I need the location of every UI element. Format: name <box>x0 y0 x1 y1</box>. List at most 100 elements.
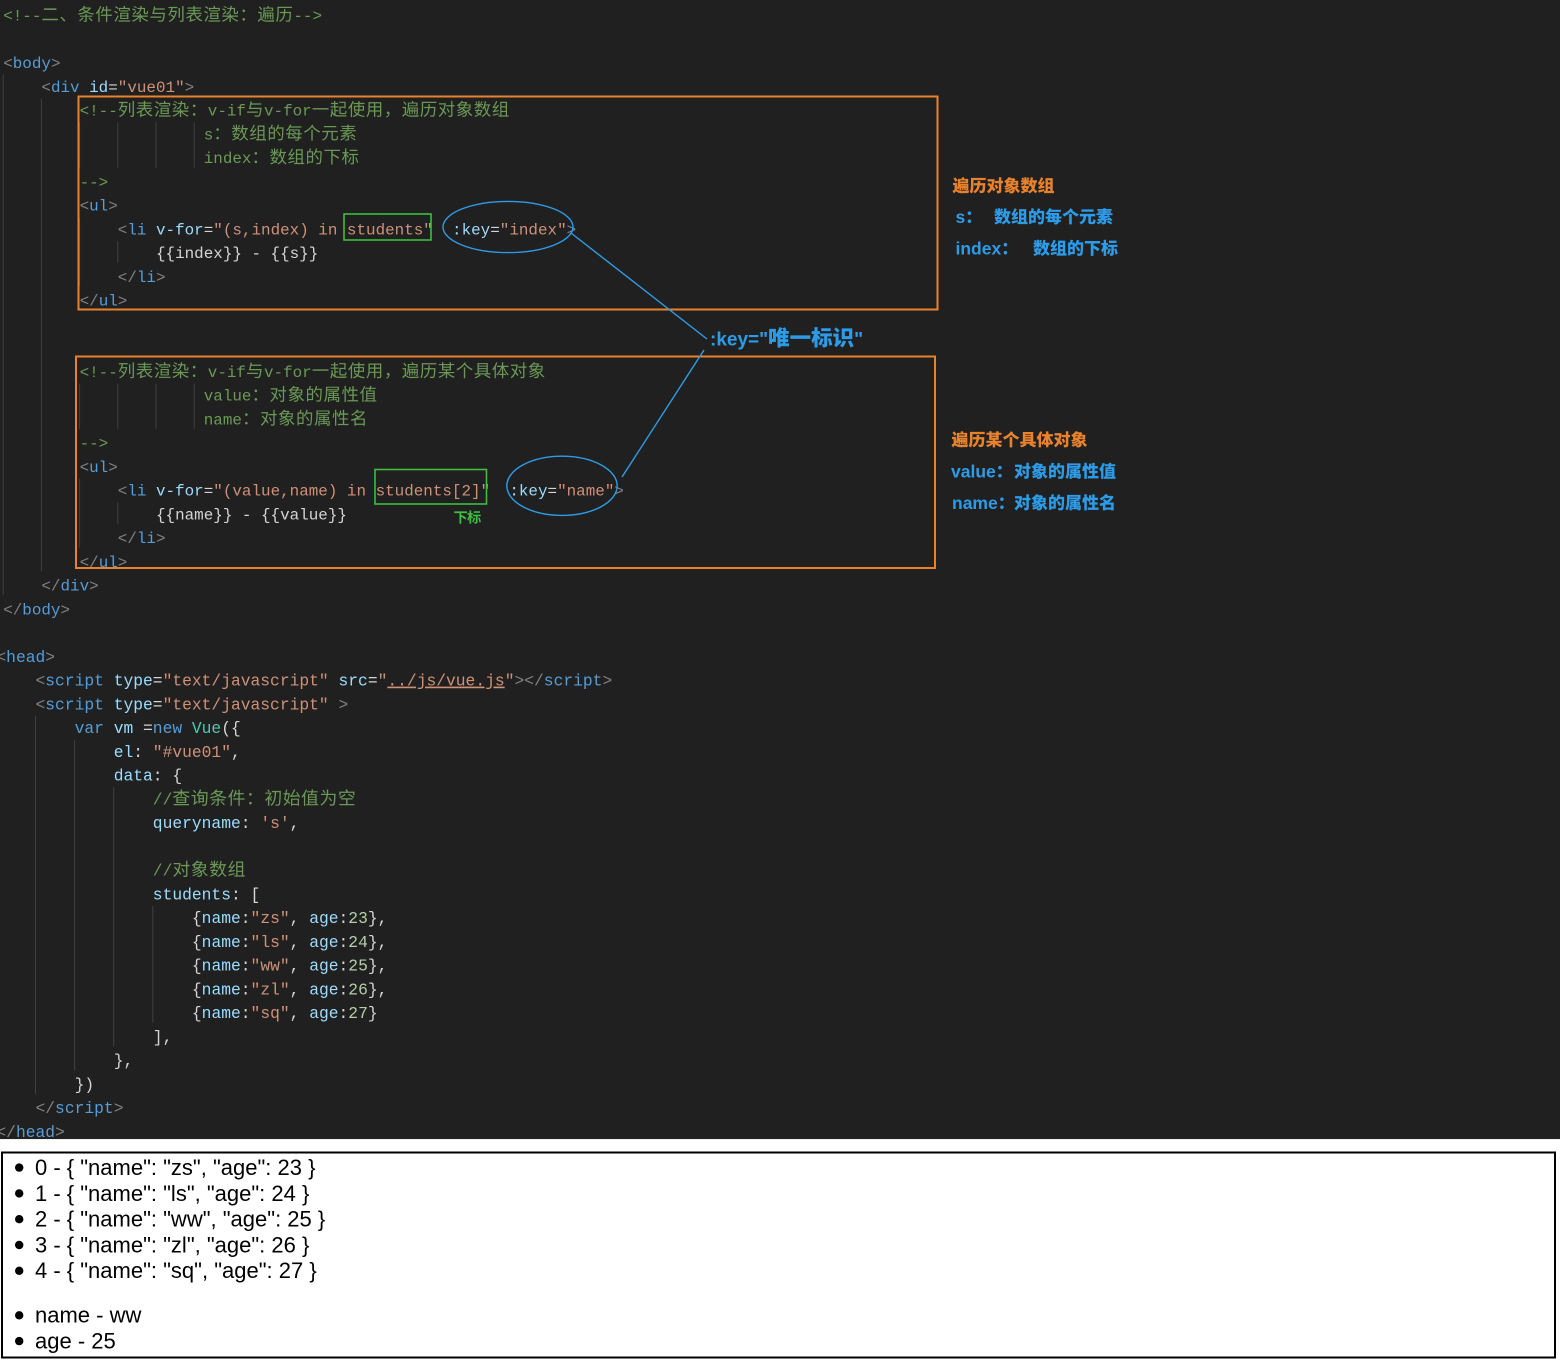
svg-text:>: > <box>118 293 128 311</box>
svg-text:0 - { "name": "zs", "age": 23: 0 - { "name": "zs", "age": 23 } <box>35 1155 315 1180</box>
svg-text:age: age <box>309 933 338 952</box>
svg-text::: : <box>241 980 251 999</box>
svg-text::key=": :key=" <box>710 330 768 351</box>
svg-text:26: 26 <box>348 980 368 999</box>
svg-text:age: age <box>309 980 338 999</box>
svg-text:id: id <box>89 79 108 97</box>
svg-text:{: { <box>192 980 202 999</box>
svg-text:name: name <box>204 411 242 429</box>
svg-text:=: = <box>204 221 214 239</box>
svg-text:{: { <box>192 909 202 928</box>
svg-text:27: 27 <box>348 1004 368 1023</box>
svg-text:},: }, <box>368 980 388 999</box>
svg-text::: : <box>241 909 251 928</box>
svg-text:-->: --> <box>80 435 109 453</box>
svg-text::: : <box>339 933 349 952</box>
svg-text:</: </ <box>36 1099 56 1118</box>
svg-text:name - ww: name - ww <box>35 1303 141 1328</box>
svg-text:25: 25 <box>348 957 368 976</box>
svg-text:"zs": "zs" <box>251 909 290 928</box>
svg-text:>: > <box>108 198 118 216</box>
svg-text:script: script <box>45 672 104 691</box>
svg-text:<!--: <!-- <box>80 364 118 382</box>
svg-text:=: = <box>153 672 163 691</box>
svg-text:2 - { "name": "ww", "age": 25: 2 - { "name": "ww", "age": 25 } <box>35 1207 325 1232</box>
svg-text:,: , <box>290 957 300 976</box>
svg-text:v-if: v-if <box>208 103 246 121</box>
svg-text:value: value <box>951 461 996 481</box>
svg-text:,: , <box>290 909 300 928</box>
svg-text:>: > <box>51 55 61 73</box>
svg-text:"text/javascript": "text/javascript" <box>163 672 329 691</box>
svg-text:s: s <box>204 126 214 144</box>
svg-text:,: , <box>290 1004 300 1023</box>
svg-text:age: age <box>309 1004 338 1023</box>
svg-text:li: li <box>137 269 156 287</box>
svg-text:script: script <box>45 695 104 714</box>
svg-text:=: = <box>548 483 558 501</box>
svg-text:,: , <box>290 933 300 952</box>
svg-text:div: div <box>61 578 90 596</box>
svg-text::: : <box>241 814 251 833</box>
svg-text:<!--: <!-- <box>3 8 41 26</box>
svg-text::: : <box>339 980 349 999</box>
svg-text:ul: ul <box>89 198 108 216</box>
svg-text:Vue: Vue <box>192 719 221 738</box>
svg-text:v-for: v-for <box>156 483 204 501</box>
svg-text:</: </ <box>0 1123 16 1142</box>
svg-text:{: { <box>192 1004 202 1023</box>
svg-text::: : <box>241 1004 251 1023</box>
svg-text:<: < <box>36 695 46 714</box>
svg-text::: : <box>339 909 349 928</box>
svg-text::key: :key <box>452 221 491 239</box>
svg-text::: : <box>339 1004 349 1023</box>
svg-text:{{name}} - {{value}}: {{name}} - {{value}} <box>156 506 347 524</box>
svg-text:>: > <box>55 1123 65 1142</box>
svg-text:<!--: <!-- <box>80 103 118 121</box>
svg-text:},: }, <box>368 909 388 928</box>
svg-text:{: { <box>192 957 202 976</box>
svg-text:-->: --> <box>80 174 109 192</box>
svg-text:"index": "index" <box>500 221 567 239</box>
svg-text:type: type <box>114 695 153 714</box>
svg-text:</: </ <box>41 578 60 596</box>
svg-text:,: , <box>290 814 300 833</box>
svg-text:name: name <box>202 909 241 928</box>
svg-text::: : <box>339 957 349 976</box>
svg-text:"sq": "sq" <box>251 1004 290 1023</box>
svg-text:},: }, <box>368 957 388 976</box>
svg-text:vm: vm <box>114 719 134 738</box>
svg-text:>: > <box>156 530 166 548</box>
svg-text:queryname: queryname <box>153 814 241 833</box>
svg-text:type: type <box>114 672 153 691</box>
svg-text:name: name <box>202 980 241 999</box>
svg-text:>: > <box>185 79 195 97</box>
svg-text:"zl": "zl" <box>251 980 290 999</box>
svg-text:</: </ <box>80 554 99 572</box>
svg-text:script: script <box>544 672 603 691</box>
svg-text:],: ], <box>153 1028 173 1047</box>
svg-text:>: > <box>156 269 166 287</box>
svg-text:>: > <box>118 554 128 572</box>
svg-text:body: body <box>22 601 61 619</box>
svg-text:name: name <box>202 933 241 952</box>
svg-text:index: index <box>204 150 252 168</box>
svg-text:students: students <box>153 885 231 904</box>
svg-text:<: < <box>118 221 128 239</box>
svg-text:=: = <box>368 672 378 691</box>
svg-text:li: li <box>127 483 146 501</box>
svg-text:,: , <box>231 743 241 762</box>
svg-text:age: age <box>309 957 338 976</box>
svg-text:ul: ul <box>99 293 118 311</box>
svg-text::: : <box>133 743 143 762</box>
svg-text://: // <box>153 790 173 809</box>
svg-text:new: new <box>153 719 183 738</box>
svg-text:../js/vue.js: ../js/vue.js <box>387 672 504 691</box>
svg-text:<: < <box>41 79 51 97</box>
svg-text::: : <box>241 933 251 952</box>
svg-text:el: el <box>114 743 134 762</box>
svg-text:v-for: v-for <box>156 221 204 239</box>
svg-text:var: var <box>75 719 104 738</box>
svg-text:"ls": "ls" <box>251 933 290 952</box>
svg-text:head: head <box>6 648 45 667</box>
